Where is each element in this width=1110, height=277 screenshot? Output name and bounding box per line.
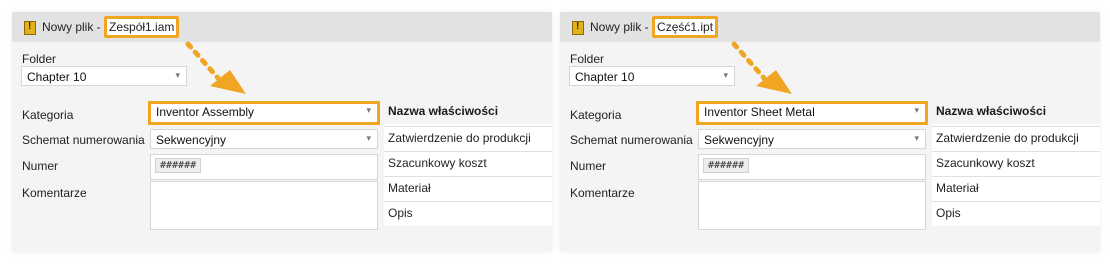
annotation-arrow-left [185,41,246,94]
annotation-arrow-right [731,41,792,94]
annotation-arrows [185,41,792,94]
